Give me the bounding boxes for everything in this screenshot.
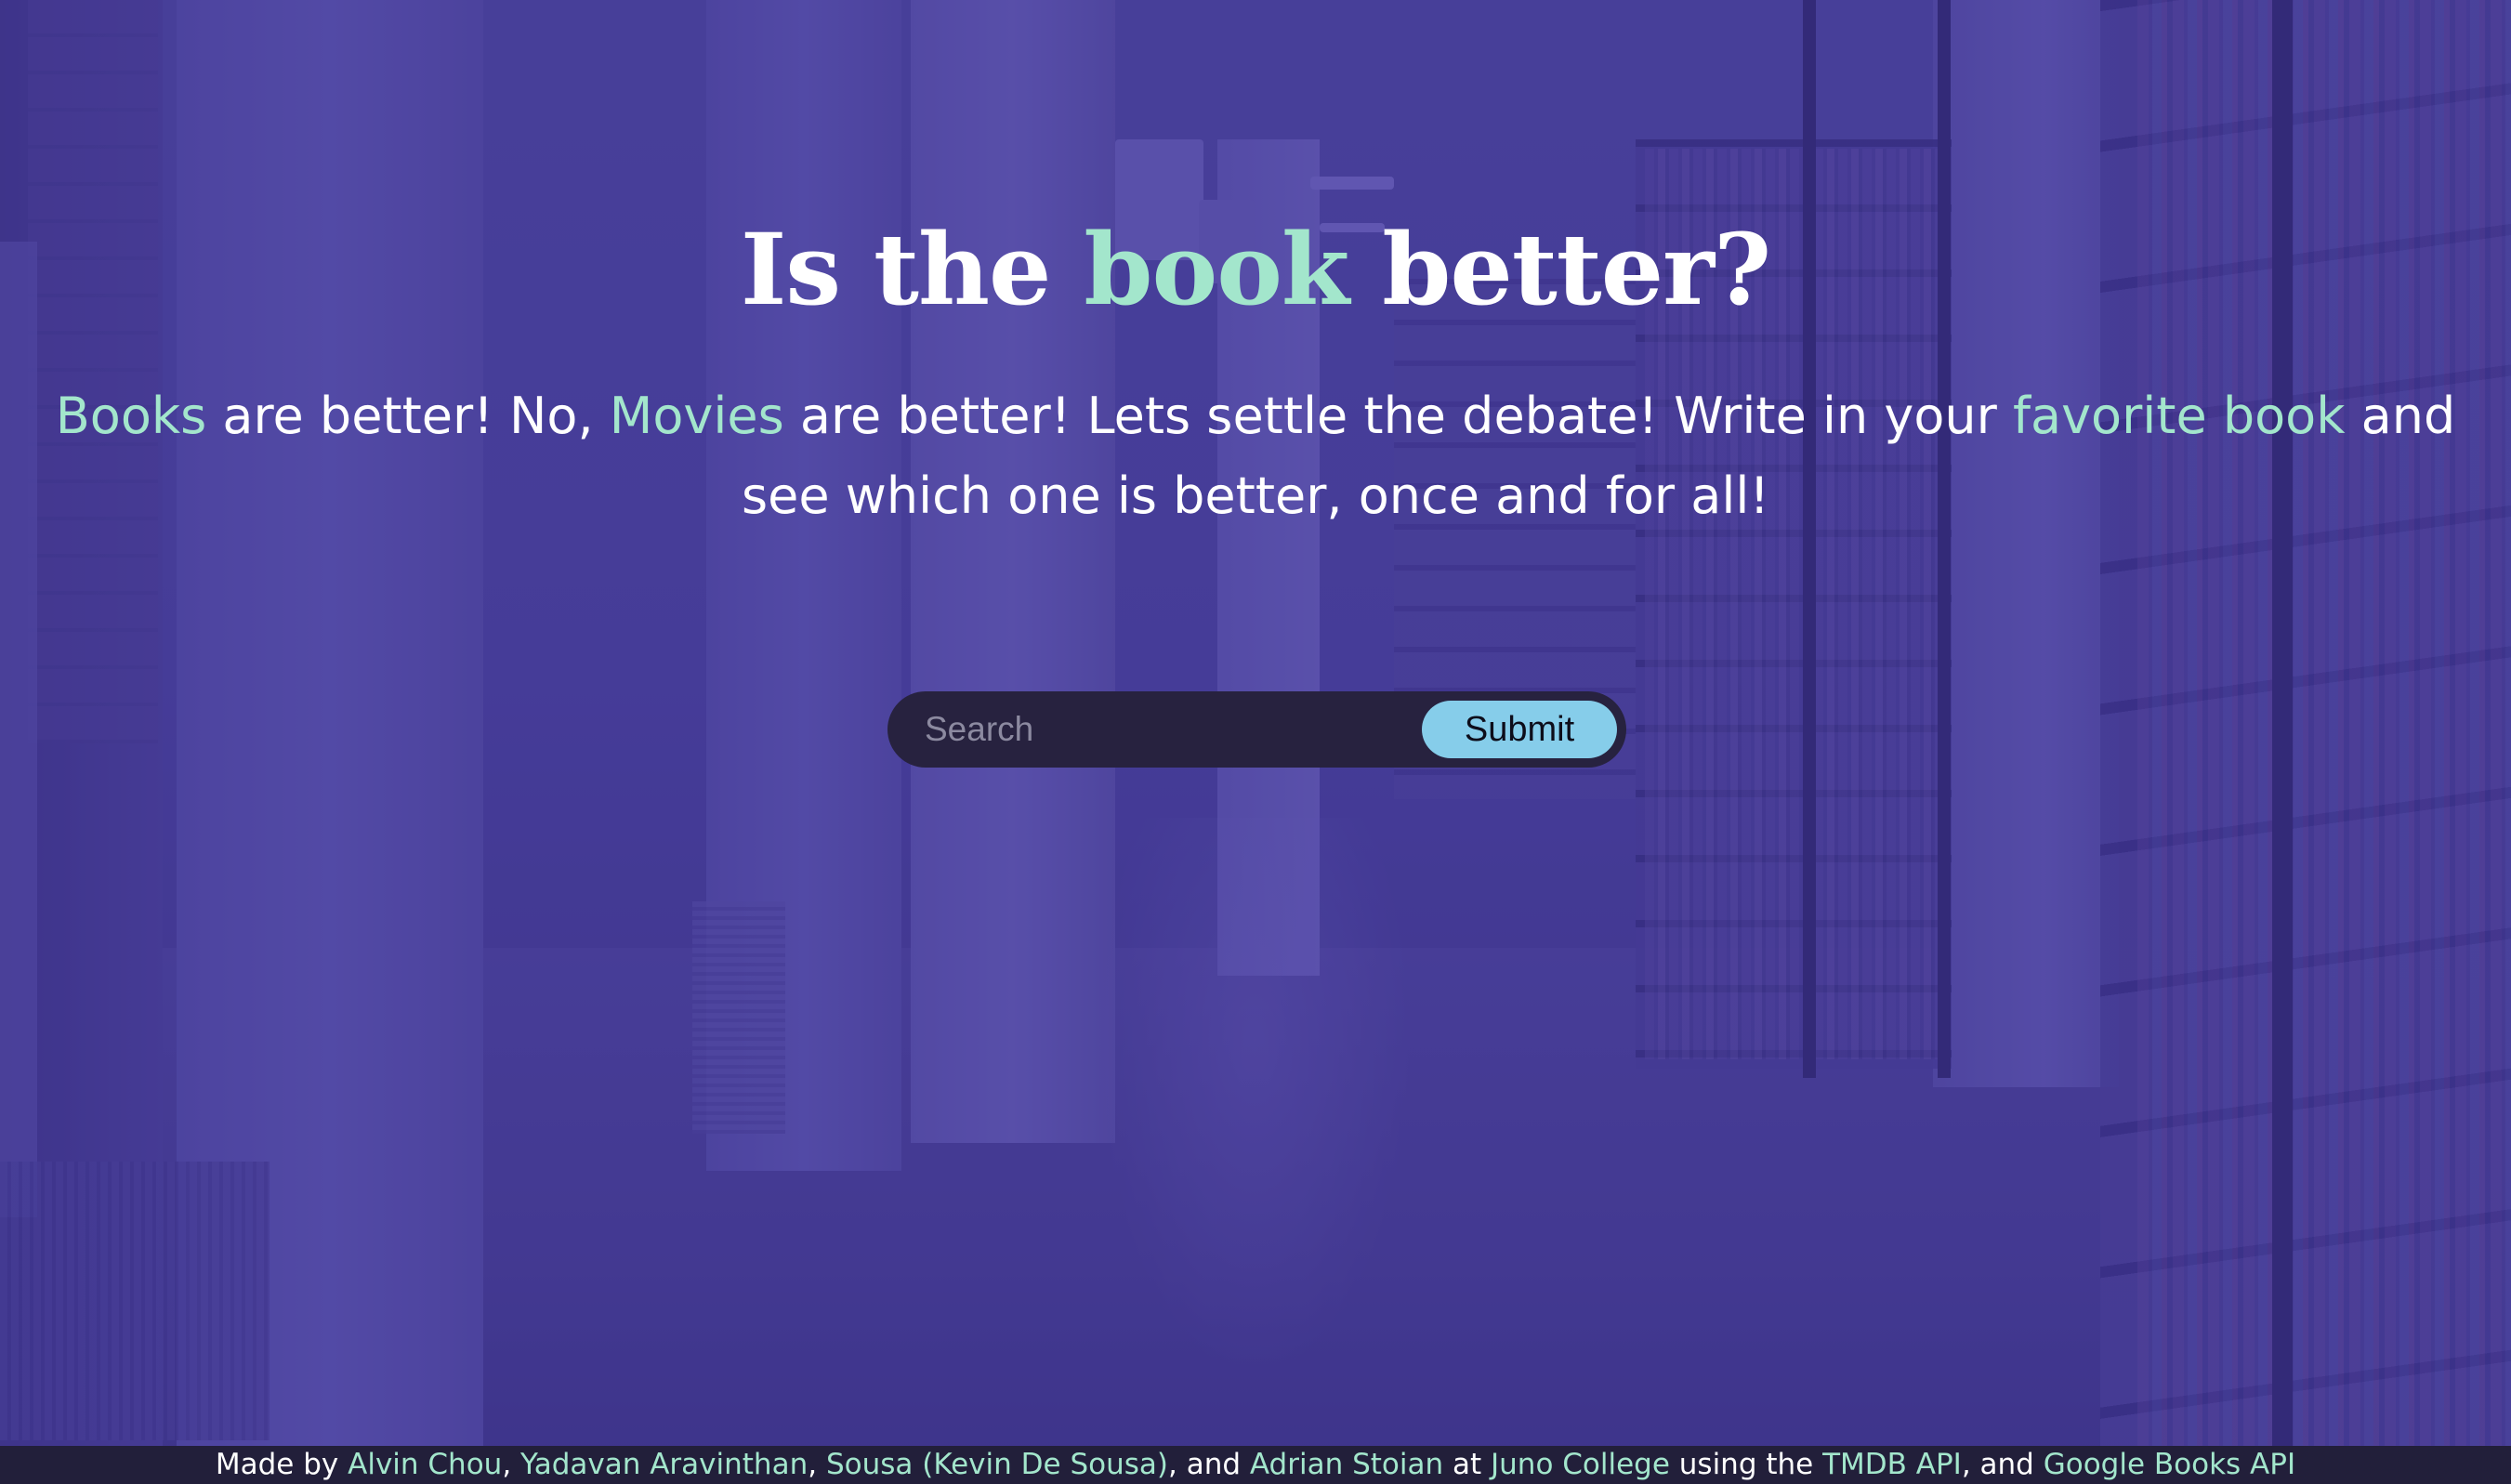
tagline-books: Books	[55, 387, 207, 445]
footer-separator: ,	[808, 1448, 826, 1481]
tmdb-api-link[interactable]: TMDB API	[1822, 1448, 1962, 1481]
title-accent-book: book	[1084, 211, 1349, 327]
footer-text: , and	[1961, 1448, 2044, 1481]
tagline-text: are better! No,	[206, 387, 610, 445]
author-link-kevin-de-sousa[interactable]: Sousa (Kevin De Sousa)	[826, 1448, 1168, 1481]
google-books-api-link[interactable]: Google Books API	[2044, 1448, 2295, 1481]
footer-separator: , and	[1167, 1448, 1250, 1481]
juno-college-link[interactable]: Juno College	[1491, 1448, 1670, 1481]
title-after: better?	[1348, 211, 1771, 327]
footer-made-by: Made by	[215, 1448, 348, 1481]
author-link-yadavan-aravinthan[interactable]: Yadavan Aravinthan	[520, 1448, 808, 1481]
footer: Made by Alvin Chou, Yadavan Aravinthan , …	[0, 1446, 2511, 1484]
author-link-alvin-chou[interactable]: Alvin Chou	[348, 1448, 502, 1481]
search-form: Submit	[887, 691, 1626, 768]
footer-separator: ,	[502, 1448, 521, 1481]
tagline-movies: Movies	[609, 387, 784, 445]
search-input[interactable]	[925, 702, 1371, 757]
page-title: Is the book better?	[0, 195, 2511, 344]
tagline-favorite-book: favorite book	[2012, 387, 2346, 445]
footer-text: at	[1443, 1448, 1491, 1481]
footer-text: using the	[1669, 1448, 1823, 1481]
submit-button[interactable]: Submit	[1422, 701, 1617, 758]
tagline-text: are better! Lets settle the debate! Writ…	[783, 387, 2013, 445]
tagline: Books are better! No, Movies are better!…	[28, 376, 2483, 536]
author-link-adrian-stoian[interactable]: Adrian Stoian	[1250, 1448, 1443, 1481]
title-before: Is the	[740, 211, 1085, 327]
